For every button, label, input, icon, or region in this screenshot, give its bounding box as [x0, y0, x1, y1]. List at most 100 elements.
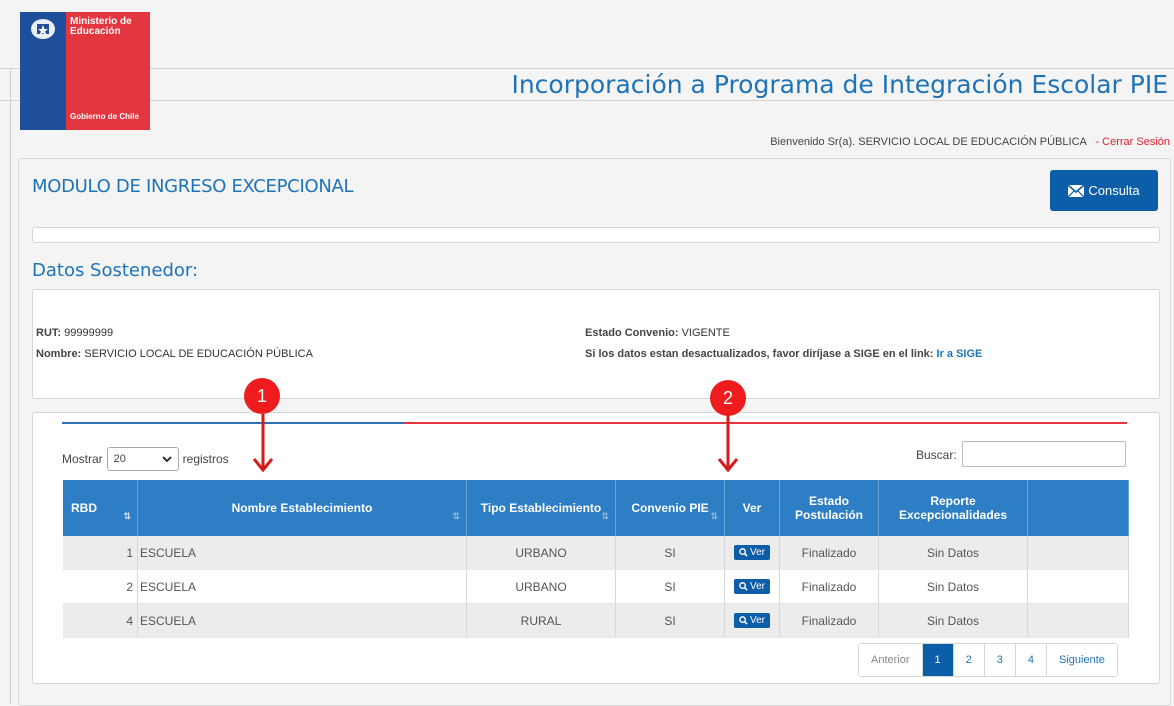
- col-rbd[interactable]: RBD ⇅: [63, 480, 138, 536]
- sort-icon: ⇅: [452, 511, 460, 521]
- left-border: [10, 68, 11, 704]
- estado-value: VIGENTE: [681, 327, 730, 339]
- cell-nombre: ESCUELA: [137, 603, 467, 638]
- cell-nombre: ESCUELA: [137, 569, 467, 604]
- estado-line: Estado Convenio: VIGENTE: [585, 327, 730, 339]
- cell-extra: [1027, 569, 1129, 604]
- mostrar-label: Mostrar: [62, 452, 103, 466]
- tab-bar-red: [403, 422, 1127, 424]
- app-title: Incorporación a Programa de Integración …: [511, 70, 1168, 99]
- estado-label: Estado Convenio:: [585, 327, 679, 339]
- ver-button[interactable]: Ver: [733, 613, 770, 628]
- col-ver: Ver: [724, 480, 780, 536]
- annotation-marker-2: 2: [710, 380, 746, 416]
- sige-line: Si los datos estan desactualizados, favo…: [585, 348, 982, 360]
- ver-label: Ver: [749, 547, 765, 558]
- pagination: Anterior 1 2 3 4 Siguiente: [858, 643, 1118, 677]
- rut-label: RUT:: [36, 327, 62, 339]
- sige-link[interactable]: Ir a SIGE: [937, 348, 983, 360]
- col-estado: Estado Postulación: [779, 480, 879, 536]
- pagination-next[interactable]: Siguiente: [1047, 644, 1117, 676]
- ver-button[interactable]: Ver: [733, 579, 770, 594]
- tab-bar-blue: [62, 422, 403, 424]
- module-title: MODULO DE INGRESO EXCEPCIONAL: [32, 176, 354, 197]
- table-header-row: RBD ⇅ Nombre Establecimiento ⇅ Tipo Esta…: [63, 480, 1129, 536]
- search-input[interactable]: [962, 441, 1126, 467]
- cell-estado: Finalizado: [779, 569, 879, 604]
- col-ver-label: Ver: [742, 501, 762, 515]
- pagination-page-3[interactable]: 3: [985, 644, 1016, 676]
- consulta-button[interactable]: Consulta: [1050, 170, 1158, 211]
- header-divider: [0, 100, 1174, 101]
- cell-extra: [1027, 536, 1129, 570]
- cell-extra: [1027, 603, 1129, 638]
- sostenedor-box: [32, 289, 1160, 399]
- pagination-page-1[interactable]: 1: [922, 644, 954, 676]
- rut-value: 99999999: [64, 327, 114, 339]
- cell-reporte: Sin Datos: [878, 569, 1028, 604]
- cell-rbd: 4: [63, 603, 138, 638]
- pagination-previous[interactable]: Anterior: [859, 644, 923, 676]
- cell-ver: Ver: [724, 569, 780, 604]
- logo-blue-band: [20, 12, 66, 130]
- col-nombre-label: Nombre Establecimiento: [231, 501, 373, 515]
- sort-icon: ⇅: [601, 511, 609, 521]
- cell-rbd: 1: [63, 536, 138, 570]
- table-row: 2 ESCUELA URBANO SI Ver Finalizado Sin D…: [63, 569, 1129, 604]
- annotation-arrow-1-icon: [252, 414, 274, 473]
- cell-ver: Ver: [724, 536, 780, 570]
- cell-reporte: Sin Datos: [878, 603, 1028, 638]
- page-size-value: 20: [113, 453, 126, 465]
- cell-nombre: ESCUELA: [137, 536, 467, 570]
- col-rbd-label: RBD: [71, 501, 97, 515]
- search-icon: [739, 548, 748, 557]
- consulta-label: Consulta: [1088, 183, 1140, 198]
- col-convenio[interactable]: Convenio PIE ⇅: [615, 480, 725, 536]
- pagination-page-4[interactable]: 4: [1016, 644, 1048, 676]
- sige-text: Si los datos estan desactualizados, favo…: [585, 348, 934, 360]
- logout-link[interactable]: - Cerrar Sesión: [1095, 136, 1170, 148]
- cell-convenio: SI: [615, 536, 725, 570]
- page-size-select[interactable]: 20: [106, 447, 179, 471]
- search-icon: [739, 582, 748, 591]
- col-reporte-label: Reporte Excepcionalidades: [898, 494, 1008, 522]
- annotation-arrow-2-icon: [717, 414, 739, 473]
- cell-ver: Ver: [724, 603, 780, 638]
- rut-line: RUT: 99999999: [36, 327, 113, 339]
- pagination-page-2[interactable]: 2: [954, 644, 985, 676]
- section-title: Datos Sostenedor:: [32, 260, 199, 281]
- establishments-table: RBD ⇅ Nombre Establecimiento ⇅ Tipo Esta…: [63, 480, 1129, 638]
- col-convenio-label: Convenio PIE: [631, 501, 709, 515]
- logo-ministry-text: Ministerio de Educación: [70, 17, 132, 37]
- cell-tipo: URBANO: [466, 536, 616, 570]
- chevron-down-icon: [161, 455, 172, 462]
- col-tipo-label: Tipo Establecimiento: [480, 501, 602, 515]
- page-size-control: Mostrar 20 registros: [62, 447, 229, 471]
- col-estado-label: Estado Postulación: [794, 494, 863, 522]
- col-tipo[interactable]: Tipo Establecimiento ⇅: [466, 480, 616, 536]
- table-row: 4 ESCUELA RURAL SI Ver Finalizado Sin Da…: [63, 603, 1129, 638]
- registros-label: registros: [182, 452, 229, 466]
- ministry-logo[interactable]: Ministerio de Educación Gobierno de Chil…: [20, 12, 150, 130]
- nombre-line: Nombre: SERVICIO LOCAL DE EDUCACIÓN PÚBL…: [36, 348, 313, 360]
- welcome-text: Bienvenido Sr(a). SERVICIO LOCAL DE EDUC…: [770, 136, 1087, 148]
- cell-tipo: URBANO: [466, 569, 616, 604]
- welcome-bar: Bienvenido Sr(a). SERVICIO LOCAL DE EDUC…: [770, 136, 1170, 148]
- envelope-icon: [1068, 184, 1085, 197]
- col-extra: [1027, 480, 1129, 536]
- cell-rbd: 2: [63, 569, 138, 604]
- cell-convenio: SI: [615, 603, 725, 638]
- cell-estado: Finalizado: [779, 603, 879, 638]
- col-nombre[interactable]: Nombre Establecimiento ⇅: [137, 480, 467, 536]
- logo-footer: Gobierno de Chile: [70, 112, 139, 121]
- logo-line2: Educación: [70, 26, 121, 37]
- sort-icon: ⇅: [710, 511, 718, 521]
- ver-button[interactable]: Ver: [733, 545, 770, 560]
- ver-label: Ver: [749, 615, 765, 626]
- nombre-value: SERVICIO LOCAL DE EDUCACIÓN PÚBLICA: [84, 348, 313, 360]
- ver-label: Ver: [749, 581, 765, 592]
- chile-seal-icon: [31, 19, 55, 39]
- cell-estado: Finalizado: [779, 536, 879, 570]
- annotation-marker-1: 1: [244, 378, 280, 414]
- search-icon: [739, 616, 748, 625]
